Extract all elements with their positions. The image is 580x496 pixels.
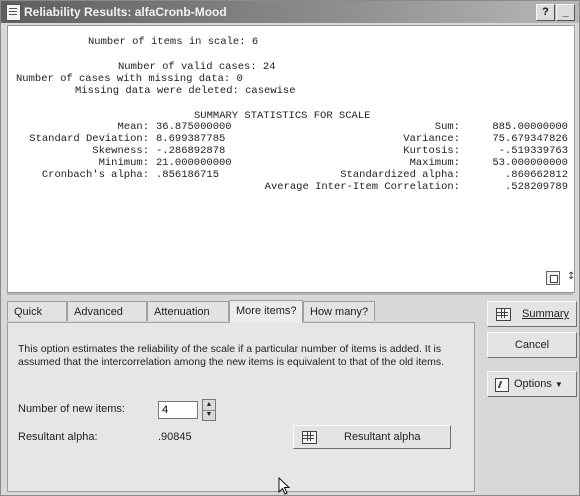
mouse-cursor-icon xyxy=(278,477,291,495)
items-in-scale-line: Number of items in scale: 6 xyxy=(88,36,259,48)
avg-correlation-label: Average Inter-Item Correlation: xyxy=(264,181,460,193)
resultant-alpha-value: .90845 xyxy=(158,431,192,443)
stat-label: Standard Deviation: xyxy=(29,133,149,145)
option-description: This option estimates the reliability of… xyxy=(18,343,445,368)
stat-value: 53.000000000 xyxy=(492,157,568,169)
title-bar[interactable]: Reliability Results: alfaCronb-Mood ? _ xyxy=(1,1,579,23)
resultant-alpha-button-label: Resultant alpha xyxy=(344,431,421,443)
stat-value: .860662812 xyxy=(504,169,568,181)
stat-value: 885.00000000 xyxy=(492,121,568,133)
scroll-arrows-icon[interactable]: ↕ xyxy=(567,271,575,282)
stat-label: Standardized alpha: xyxy=(340,169,460,181)
stat-value: -.519339763 xyxy=(498,145,568,157)
missing-cases-line: Number of cases with missing data: 0 xyxy=(16,73,243,85)
summary-button[interactable]: Summary xyxy=(487,301,577,327)
tab-attenuation[interactable]: Attenuation xyxy=(147,301,229,321)
resultant-alpha-button[interactable]: Resultant alpha xyxy=(293,425,451,449)
summary-button-label: Summary xyxy=(522,308,570,320)
stat-value: 75.679347826 xyxy=(492,133,568,145)
stat-value: .856186715 xyxy=(156,169,220,181)
options-button-label: Options ▼ xyxy=(514,378,563,390)
stat-label: Variance: xyxy=(403,133,460,145)
resultant-alpha-label: Resultant alpha: xyxy=(18,431,98,443)
stat-label: Cronbach's alpha: xyxy=(41,169,149,181)
stat-value: 36.875000000 xyxy=(156,121,232,133)
tab-advanced[interactable]: Advanced xyxy=(67,301,147,321)
deleted-line: Missing data were deleted: casewise xyxy=(75,85,296,97)
table-icon xyxy=(302,431,317,444)
chevron-down-icon: ▼ xyxy=(554,380,563,389)
options-button[interactable]: Options ▼ xyxy=(487,371,577,397)
stat-label: Maximum: xyxy=(409,157,460,169)
stat-value: -.286892878 xyxy=(156,145,226,157)
stat-label: Mean: xyxy=(117,121,149,133)
avg-correlation-value: .528209789 xyxy=(504,181,568,193)
tab-quick[interactable]: Quick xyxy=(7,301,67,321)
stat-label: Sum: xyxy=(434,121,460,133)
options-icon xyxy=(495,378,509,392)
new-items-input[interactable] xyxy=(158,401,198,419)
stat-value: 8.699387785 xyxy=(156,133,226,145)
summary-table-icon xyxy=(496,308,511,321)
stat-value: 21.000000000 xyxy=(156,157,232,169)
stat-label: Minimum: xyxy=(98,157,149,169)
stat-label: Skewness: xyxy=(92,145,149,157)
help-button[interactable]: ? xyxy=(536,4,555,21)
document-icon xyxy=(6,4,21,21)
spin-down-icon[interactable]: ▼ xyxy=(203,410,215,420)
stat-label: Kurtosis: xyxy=(403,145,460,157)
reliability-results-window: Reliability Results: alfaCronb-Mood ? _ … xyxy=(0,0,580,496)
new-items-label: Number of new items: xyxy=(18,403,125,415)
results-output-pane[interactable]: Number of items in scale: 6 Number of va… xyxy=(7,25,575,293)
new-items-spinner[interactable]: ▲ ▼ xyxy=(202,399,216,421)
valid-cases-line: Number of valid cases: 24 xyxy=(118,61,276,73)
window-title: Reliability Results: alfaCronb-Mood xyxy=(24,5,227,19)
minimize-button[interactable]: _ xyxy=(556,4,575,21)
cancel-button[interactable]: Cancel xyxy=(487,332,577,358)
copy-icon[interactable] xyxy=(546,271,560,285)
more-items-panel: This option estimates the reliability of… xyxy=(7,322,475,492)
tab-more-items[interactable]: More items? xyxy=(229,300,303,323)
pane-divider[interactable] xyxy=(7,293,573,295)
tab-how-many[interactable]: How many? xyxy=(303,301,375,321)
